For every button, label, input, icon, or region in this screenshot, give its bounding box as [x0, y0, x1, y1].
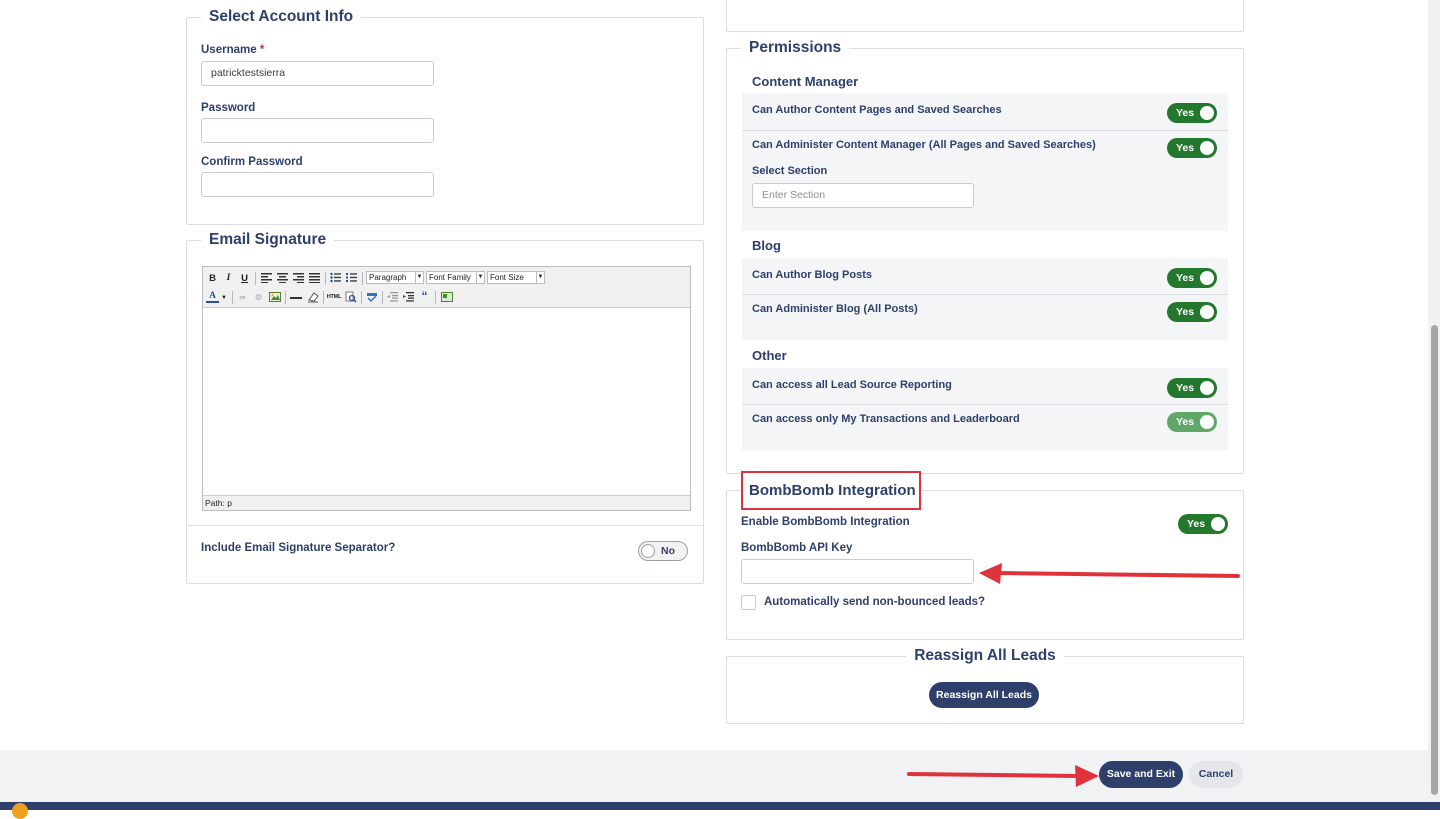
align-justify-icon[interactable] [308, 272, 321, 285]
required-marker: * [259, 44, 265, 56]
spellcheck-icon[interactable] [365, 291, 378, 304]
toggle-author-content[interactable]: Yes [1167, 103, 1217, 123]
account-info-legend: Select Account Info [209, 8, 354, 25]
bombbomb-api-key-input[interactable] [741, 559, 974, 584]
permission-row-administer-content: Can Administer Content Manager (All Page… [742, 131, 1228, 231]
confirm-password-label: Confirm Password [201, 156, 303, 168]
eraser-icon[interactable] [306, 291, 319, 304]
auto-send-label: Automatically send non-bounced leads? [764, 596, 986, 608]
permission-row-administer-blog: Can Administer Blog (All Posts) Yes [742, 295, 1228, 340]
permissions-legend: Permissions [749, 39, 842, 56]
bombbomb-enable-label: Enable BombBomb Integration [741, 516, 910, 528]
text-color-icon[interactable]: A [206, 291, 219, 303]
signature-separator-label: Include Email Signature Separator? [201, 542, 396, 554]
link-icon[interactable]: ∞ [236, 291, 249, 304]
toggle-administer-blog[interactable]: Yes [1167, 302, 1217, 322]
font-family-select[interactable]: Font Family ▼ [426, 271, 485, 284]
toolbar-separator [255, 272, 256, 285]
blockquote-icon[interactable]: “ [418, 290, 431, 303]
italic-icon[interactable]: I [222, 272, 235, 285]
toolbar-separator [362, 272, 363, 285]
password-label: Password [201, 102, 256, 114]
toggle-administer-content[interactable]: Yes [1167, 138, 1217, 158]
editor-path-label: Path: p [205, 498, 232, 508]
toggle-knob [1200, 106, 1214, 120]
reassign-all-leads-button[interactable]: Reassign All Leads [929, 682, 1039, 708]
toggle-knob [1200, 415, 1214, 429]
toolbar-separator [361, 291, 362, 304]
cancel-button[interactable]: Cancel [1189, 761, 1243, 788]
align-center-icon[interactable] [276, 272, 289, 285]
toolbar-separator [435, 291, 436, 304]
permission-row-lead-source: Can access all Lead Source Reporting Yes [742, 368, 1228, 404]
section-divider [187, 525, 703, 526]
align-right-icon[interactable] [292, 272, 305, 285]
html-icon[interactable]: HTML [326, 291, 342, 304]
toggle-knob [1200, 271, 1214, 285]
toolbar-separator [232, 291, 233, 304]
editor-body[interactable] [203, 308, 690, 495]
format-select[interactable]: Paragraph ▼ [366, 271, 424, 284]
toolbar-separator [323, 291, 324, 304]
confirm-password-input[interactable] [201, 172, 434, 197]
bold-icon[interactable]: B [206, 272, 219, 285]
unlink-icon[interactable]: ⊘ [252, 291, 265, 304]
password-input[interactable] [201, 118, 434, 143]
auto-send-checkbox[interactable] [741, 595, 756, 610]
insert-media-icon[interactable] [440, 291, 453, 304]
toggle-knob [1200, 305, 1214, 319]
chevron-down-icon: ▼ [536, 272, 544, 283]
top-section-fragment [726, 0, 1244, 32]
content-manager-title: Content Manager [752, 74, 859, 89]
permission-row-author-content: Can Author Content Pages and Saved Searc… [742, 93, 1228, 130]
chevron-down-icon: ▼ [476, 272, 484, 283]
toggle-transactions[interactable]: Yes [1167, 412, 1217, 432]
username-label: Username * [201, 44, 265, 56]
toggle-knob [641, 544, 655, 558]
text-color-dropdown-icon[interactable]: ▼ [220, 292, 228, 305]
annotation-arrow-save [907, 765, 1099, 787]
scrollbar-thumb[interactable] [1431, 325, 1438, 795]
toolbar-separator [325, 272, 326, 285]
toolbar-separator [382, 291, 383, 304]
toggle-knob [1211, 517, 1225, 531]
indent-icon[interactable] [402, 291, 415, 304]
bombbomb-legend: BombBomb Integration [749, 482, 916, 499]
chevron-down-icon: ▼ [415, 272, 423, 283]
save-and-exit-button[interactable]: Save and Exit [1099, 761, 1183, 788]
numbered-list-icon[interactable] [345, 272, 358, 285]
find-replace-icon[interactable] [344, 291, 357, 304]
bullet-list-icon[interactable] [329, 272, 342, 285]
reassign-legend: Reassign All Leads [914, 647, 1056, 664]
bombbomb-enable-toggle[interactable]: Yes [1178, 514, 1228, 534]
signature-separator-toggle[interactable]: No [638, 541, 688, 561]
permission-row-transactions: Can access only My Transactions and Lead… [742, 405, 1228, 450]
email-signature-legend: Email Signature [209, 231, 327, 248]
select-section-label: Select Section [752, 165, 828, 177]
other-title: Other [752, 348, 787, 363]
blog-title: Blog [752, 238, 781, 253]
font-size-select[interactable]: Font Size ▼ [487, 271, 545, 284]
help-icon[interactable] [12, 803, 28, 819]
editor-statusbar: Path: p [203, 495, 690, 510]
toggle-knob [1200, 381, 1214, 395]
section-input[interactable]: Enter Section [752, 183, 974, 208]
bombbomb-api-key-label: BombBomb API Key [741, 542, 853, 554]
annotation-arrow-api-key [979, 563, 1240, 584]
bottom-bar [0, 802, 1440, 810]
outdent-icon[interactable] [386, 291, 399, 304]
underline-icon[interactable]: U [238, 272, 251, 285]
toggle-knob [1200, 141, 1214, 155]
toggle-author-blog[interactable]: Yes [1167, 268, 1217, 288]
toggle-lead-source[interactable]: Yes [1167, 378, 1217, 398]
horizontal-rule-icon[interactable] [290, 297, 302, 299]
toolbar-separator [285, 291, 286, 304]
image-icon[interactable] [268, 291, 281, 304]
permission-row-author-blog: Can Author Blog Posts Yes [742, 258, 1228, 294]
username-input[interactable]: patricktestsierra [201, 61, 434, 86]
align-left-icon[interactable] [260, 272, 273, 285]
